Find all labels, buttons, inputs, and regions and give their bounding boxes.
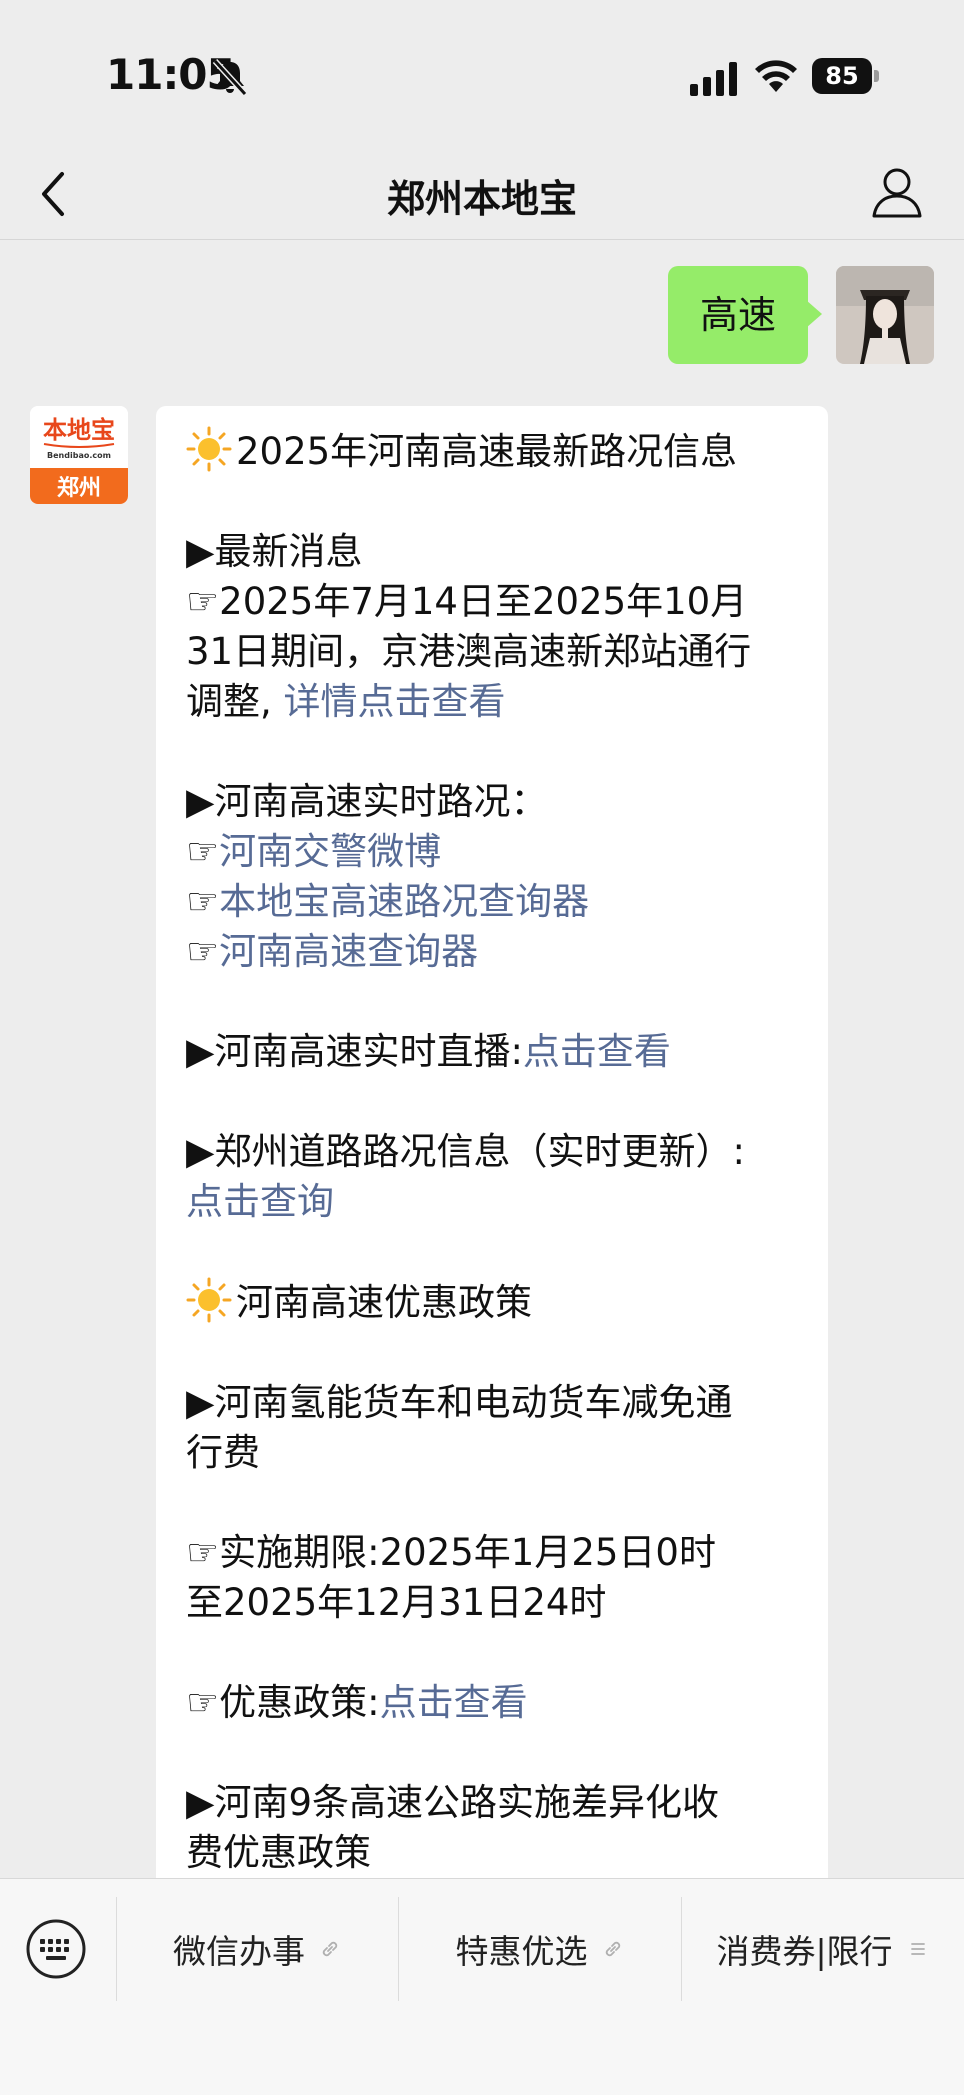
keyboard-icon[interactable] <box>24 1917 88 1981</box>
latest-heading: ▶最新消息 <box>186 530 363 573</box>
latest-line-1: ☞2025年7月14日至2025年10月 <box>186 580 748 623</box>
battery-indicator: 85 <box>812 58 879 94</box>
user-avatar-image <box>836 266 934 364</box>
nav-bar: 郑州本地宝 <box>0 150 964 240</box>
sun-icon <box>186 1277 232 1323</box>
battery-tip <box>874 70 879 82</box>
henan-police-weibo-link[interactable]: 河南交警微博 <box>219 830 441 873</box>
zz-road-label: ▶郑州道路路况信息（实时更新）: <box>186 1130 745 1173</box>
period-line-1: ☞实施期限:2025年1月25日0时 <box>186 1531 716 1574</box>
wifi-icon <box>755 60 797 92</box>
period-line-2: 至2025年12月31日24时 <box>186 1581 607 1624</box>
detail-link[interactable]: 详情点击查看 <box>284 680 506 723</box>
zz-road-link[interactable]: 点击查询 <box>186 1180 334 1223</box>
policy-row: ☞优惠政策:点击查看 <box>186 1678 800 1728</box>
menu-item-label: 消费券|限行 <box>716 1932 893 1971</box>
link-icon <box>322 1941 338 1957</box>
hydrogen-line-1: ▶河南氢能货车和电动货车减免通 <box>186 1381 733 1424</box>
zz-road-row: 点击查询 <box>186 1177 800 1227</box>
user-message-bubble[interactable]: 高速 <box>667 266 823 364</box>
live-label: ▶河南高速实时直播: <box>186 1030 523 1073</box>
menu-item-label: 微信办事 <box>173 1932 305 1971</box>
logo-city-text: 郑州 <box>57 476 101 501</box>
bell-off-icon <box>212 58 248 96</box>
menu-list-icon <box>910 1943 925 1955</box>
henan-highway-query-link[interactable]: 河南高速查询器 <box>219 930 478 973</box>
menu-special-offers[interactable]: 特惠优选 <box>398 1907 681 1991</box>
realtime-link-row: ☞河南高速查询器 <box>186 927 800 977</box>
live-row: ▶河南高速实时直播:点击查看 <box>186 1027 800 1077</box>
realtime-link-row: ☞河南交警微博 <box>186 827 800 877</box>
menu-wechat-service[interactable]: 微信办事 <box>116 1907 398 1991</box>
live-link[interactable]: 点击查看 <box>523 1030 671 1073</box>
news-title: 2025年河南高速最新路况信息 <box>236 430 738 473</box>
realtime-link-row: ☞本地宝高速路况查询器 <box>186 877 800 927</box>
menu-item-label: 特惠优选 <box>455 1932 588 1971</box>
battery-level: 85 <box>812 58 872 94</box>
profile-icon[interactable] <box>870 164 924 220</box>
policy-link[interactable]: 点击查看 <box>380 1681 528 1724</box>
policy-label: ☞优惠政策: <box>186 1681 380 1724</box>
logo-url-text: Bendibao.com <box>47 451 111 460</box>
hydrogen-line-2: 行费 <box>186 1431 260 1474</box>
menu-coupons-restrictions[interactable]: 消费券|限行 <box>681 1907 964 1991</box>
chat-title: 郑州本地宝 <box>386 177 577 221</box>
latest-line-3-wrap: 调整, 详情点击查看 <box>186 677 800 727</box>
user-message: 高速 <box>667 266 934 364</box>
nine-line-1: ▶河南9条高速公路实施差异化收 <box>186 1781 719 1824</box>
user-avatar[interactable] <box>836 266 934 364</box>
hand-pointer-icon: ☞ <box>186 830 220 873</box>
realtime-heading: ▶河南高速实时路况： <box>186 780 548 823</box>
bendibao-logo: 本地宝 Bendibao.com 郑州 <box>30 406 128 504</box>
policy-title-line: 河南高速优惠政策 <box>186 1277 800 1328</box>
bot-avatar[interactable]: 本地宝 Bendibao.com 郑州 <box>30 406 128 504</box>
policy-title: 河南高速优惠政策 <box>236 1281 532 1324</box>
hand-pointer-icon: ☞ <box>186 880 220 923</box>
latest-line-3: 调整, <box>186 680 272 723</box>
hand-pointer-icon: ☞ <box>186 930 220 973</box>
nine-line-2: 费优惠政策 <box>186 1831 371 1874</box>
link-icon <box>605 1941 620 1957</box>
signal-icon <box>690 62 737 96</box>
logo-top-text: 本地宝 <box>43 416 115 444</box>
title-line: 2025年河南高速最新路况信息 <box>186 426 800 477</box>
bottom-menu-bar: 微信办事 特惠优选 消费券|限行 <box>0 1878 964 2095</box>
sun-icon <box>186 426 232 472</box>
status-bar: 11:05 85 <box>0 0 964 150</box>
latest-line-2: 31日期间，京港澳高速新郑站通行 <box>186 630 752 673</box>
bot-message-bubble: 2025年河南高速最新路况信息 ▶最新消息 ☞2025年7月14日至2025年1… <box>156 406 828 1906</box>
bendibao-query-link[interactable]: 本地宝高速路况查询器 <box>219 880 589 923</box>
